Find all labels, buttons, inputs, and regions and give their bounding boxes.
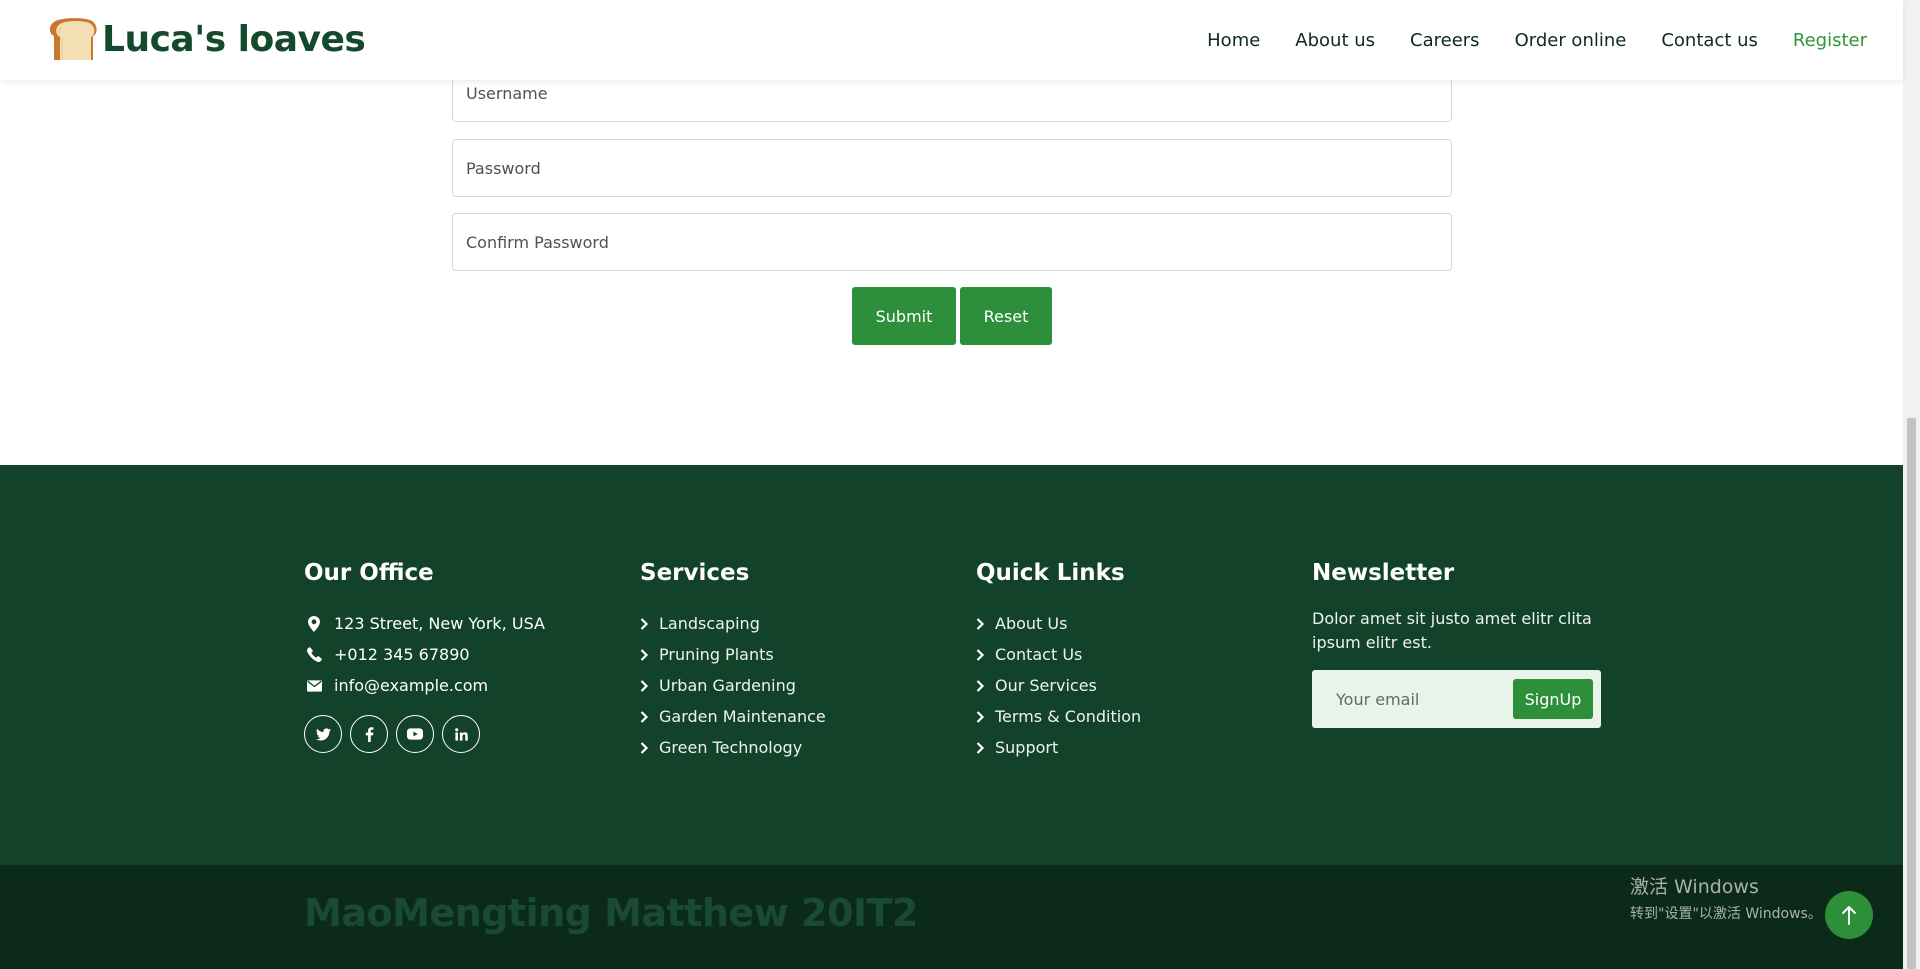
youtube-icon[interactable]	[396, 715, 434, 753]
chevron-right-icon	[976, 648, 985, 661]
nav-order-online[interactable]: Order online	[1515, 30, 1627, 51]
password-input[interactable]	[452, 139, 1452, 197]
chevron-right-icon	[976, 617, 985, 630]
services-link-label: Green Technology	[659, 738, 803, 757]
services-link-label: Garden Maintenance	[659, 707, 826, 726]
nav-contact-us[interactable]: Contact us	[1661, 30, 1758, 51]
services-title: Services	[640, 560, 750, 586]
brand-logo[interactable]: Luca's loaves	[48, 16, 366, 62]
services-link-label: Urban Gardening	[659, 676, 796, 695]
services-link-label: Pruning Plants	[659, 645, 774, 664]
map-marker-icon	[304, 615, 324, 632]
windows-activation-watermark: 激活 Windows 转到"设置"以激活 Windows。	[1630, 872, 1822, 923]
copyright-text: MaoMengting Matthew 20IT2	[304, 891, 918, 935]
quick-links-column: Quick Links About Us Contact Us Our Serv…	[976, 560, 1141, 763]
office-email: info@example.com	[304, 670, 545, 701]
quick-link-label: Terms & Condition	[995, 707, 1142, 726]
site-footer: Our Office 123 Street, New York, USA +01…	[0, 465, 1903, 865]
nav-register[interactable]: Register	[1793, 30, 1867, 51]
quick-link[interactable]: Support	[976, 732, 1141, 763]
services-link[interactable]: Landscaping	[640, 608, 826, 639]
watermark-line-2: 转到"设置"以激活 Windows。	[1630, 906, 1822, 922]
chevron-right-icon	[976, 679, 985, 692]
office-title: Our Office	[304, 560, 434, 586]
services-link-label: Landscaping	[659, 614, 760, 633]
services-link[interactable]: Garden Maintenance	[640, 701, 826, 732]
copyright-bar: MaoMengting Matthew 20IT2	[0, 865, 1903, 969]
confirm-password-input[interactable]	[452, 213, 1452, 271]
quick-link[interactable]: About Us	[976, 608, 1141, 639]
office-email-text: info@example.com	[334, 676, 489, 695]
chevron-right-icon	[640, 648, 649, 661]
main-nav: Home About us Careers Order online Conta…	[1172, 0, 1867, 80]
quick-link-label: Support	[995, 738, 1059, 757]
social-links	[304, 715, 545, 753]
submit-button[interactable]: Submit	[852, 287, 956, 345]
quick-link-label: Our Services	[995, 676, 1097, 695]
newsletter-email-input[interactable]	[1324, 679, 1504, 719]
chevron-right-icon	[976, 741, 985, 754]
reset-button[interactable]: Reset	[960, 287, 1052, 345]
office-address-text: 123 Street, New York, USA	[334, 614, 545, 633]
quick-link-label: Contact Us	[995, 645, 1083, 664]
linkedin-icon[interactable]	[442, 715, 480, 753]
nav-home[interactable]: Home	[1207, 30, 1260, 51]
arrow-up-icon	[1842, 906, 1856, 925]
watermark-line-1: 激活 Windows	[1630, 876, 1759, 898]
chevron-right-icon	[976, 710, 985, 723]
envelope-icon	[304, 679, 324, 692]
phone-icon	[304, 647, 324, 662]
nav-careers[interactable]: Careers	[1410, 30, 1480, 51]
chevron-right-icon	[640, 679, 649, 692]
chevron-right-icon	[640, 741, 649, 754]
page-scrollbar[interactable]	[1903, 0, 1920, 969]
site-header: Luca's loaves Home About us Careers Orde…	[0, 0, 1903, 80]
twitter-icon[interactable]	[304, 715, 342, 753]
services-link[interactable]: Urban Gardening	[640, 670, 826, 701]
chevron-right-icon	[640, 710, 649, 723]
back-to-top-button[interactable]	[1825, 891, 1873, 939]
office-phone-text: +012 345 67890	[334, 645, 470, 664]
office-column: Our Office 123 Street, New York, USA +01…	[304, 560, 545, 753]
services-column: Services Landscaping Pruning Plants Urba…	[640, 560, 826, 763]
office-phone: +012 345 67890	[304, 639, 545, 670]
chevron-right-icon	[640, 617, 649, 630]
nav-about-us[interactable]: About us	[1295, 30, 1375, 51]
quick-link[interactable]: Our Services	[976, 670, 1141, 701]
quick-links-title: Quick Links	[976, 560, 1125, 586]
office-address: 123 Street, New York, USA	[304, 608, 545, 639]
newsletter-form: SignUp	[1312, 670, 1601, 728]
bread-icon	[49, 18, 97, 60]
services-link[interactable]: Green Technology	[640, 732, 826, 763]
newsletter-title: Newsletter	[1312, 560, 1455, 586]
newsletter-text: Dolor amet sit justo amet elitr clita ip…	[1312, 609, 1592, 652]
facebook-icon[interactable]	[350, 715, 388, 753]
services-link[interactable]: Pruning Plants	[640, 639, 826, 670]
quick-link[interactable]: Contact Us	[976, 639, 1141, 670]
newsletter-column: Newsletter Dolor amet sit justo amet eli…	[1312, 560, 1602, 728]
brand-name: Luca's loaves	[102, 18, 366, 60]
scrollbar-thumb[interactable]	[1907, 418, 1916, 969]
quick-link-label: About Us	[995, 614, 1068, 633]
quick-link[interactable]: Terms & Condition	[976, 701, 1141, 732]
signup-button[interactable]: SignUp	[1513, 679, 1593, 719]
